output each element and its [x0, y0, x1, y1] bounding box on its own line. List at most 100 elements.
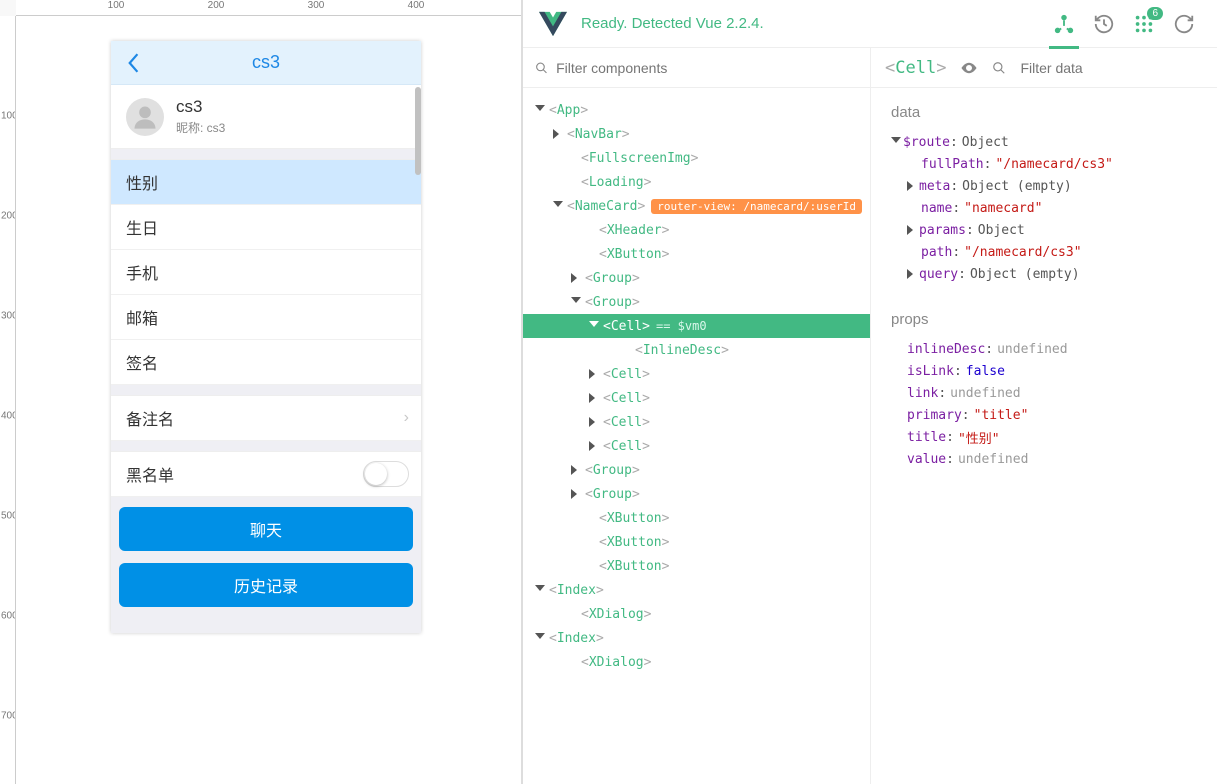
tree-node-selected[interactable]: <Cell>== $vm0: [523, 314, 870, 338]
cell-email[interactable]: 邮箱: [111, 295, 421, 340]
kv-row[interactable]: fullPath: "/namecard/cs3": [891, 153, 1197, 175]
cell-remark[interactable]: 备注名 ›: [111, 396, 421, 441]
devtools-tabs: 6: [1053, 13, 1201, 35]
kv-row[interactable]: value: undefined: [891, 448, 1197, 470]
ruler-mark: 500: [1, 511, 16, 522]
tree-node[interactable]: <Cell>: [523, 434, 870, 458]
cell-phone[interactable]: 手机: [111, 250, 421, 295]
filter-data-input[interactable]: [1020, 60, 1201, 76]
filter-components[interactable]: [523, 48, 870, 88]
inspector-header: <Cell>: [871, 48, 1217, 88]
inspector-panel: <Cell> data $route: Object fullPath: "/n…: [871, 48, 1217, 784]
action-buttons: 聊天 历史记录: [111, 497, 421, 633]
tab-vuex[interactable]: [1093, 13, 1115, 35]
filter-components-input[interactable]: [556, 60, 858, 76]
ruler-horizontal: 100 200 300 400: [16, 0, 521, 16]
tree-node[interactable]: <XHeader>: [523, 218, 870, 242]
events-badge: 6: [1147, 7, 1163, 20]
ruler-mark: 200: [208, 0, 225, 11]
scrollbar[interactable]: [415, 87, 421, 175]
tree-node[interactable]: <Group>: [523, 482, 870, 506]
search-icon: [535, 61, 548, 75]
cell-signature[interactable]: 签名: [111, 340, 421, 385]
tree-node[interactable]: <FullscreenImg>: [523, 146, 870, 170]
tree-node[interactable]: <Group>: [523, 266, 870, 290]
ruler-mark: 600: [1, 611, 16, 622]
tree-node[interactable]: <XDialog>: [523, 602, 870, 626]
cell-label: 黑名单: [126, 462, 174, 486]
kv-row[interactable]: path: "/namecard/cs3": [891, 241, 1197, 263]
kv-row[interactable]: name: "namecard": [891, 197, 1197, 219]
ruler-vertical: 100 200 300 400 500 600 700: [0, 16, 16, 784]
router-badge: router-view: /namecard/:userId: [651, 199, 862, 214]
component-tree[interactable]: <App> <NavBar> <FullscreenImg> <Loading>…: [523, 88, 870, 684]
search-icon: [992, 61, 1006, 75]
ruler-mark: 400: [408, 0, 425, 11]
tab-refresh[interactable]: [1173, 13, 1195, 35]
section-data: data: [891, 104, 1197, 121]
tree-node[interactable]: <Cell>: [523, 362, 870, 386]
profile-nickname: 昵称: cs3: [176, 119, 225, 136]
devtools-header: Ready. Detected Vue 2.2.4. 6: [523, 0, 1217, 48]
page-title: cs3: [111, 52, 421, 73]
tree-node[interactable]: <NavBar>: [523, 122, 870, 146]
kv-row[interactable]: $route: Object: [891, 131, 1197, 153]
mobile-header: cs3: [111, 41, 421, 85]
inspector-body[interactable]: data $route: Object fullPath: "/namecard…: [871, 88, 1217, 486]
cell-blacklist[interactable]: 黑名单: [111, 452, 421, 497]
chevron-right-icon: ›: [404, 409, 409, 427]
kv-row[interactable]: title: "性别": [891, 426, 1197, 448]
history-button[interactable]: 历史记录: [119, 563, 413, 607]
tree-node[interactable]: <Group>: [523, 458, 870, 482]
tree-node[interactable]: <Cell>: [523, 386, 870, 410]
kv-row[interactable]: inlineDesc: undefined: [891, 338, 1197, 360]
tree-node[interactable]: <App>: [523, 98, 870, 122]
tree-node[interactable]: <Loading>: [523, 170, 870, 194]
tree-node[interactable]: <Index>: [523, 626, 870, 650]
tree-node[interactable]: <XDialog>: [523, 650, 870, 674]
kv-row[interactable]: params: Object: [891, 219, 1197, 241]
tree-node[interactable]: <Index>: [523, 578, 870, 602]
tree-node[interactable]: <Cell>: [523, 410, 870, 434]
tree-node[interactable]: <Group>: [523, 290, 870, 314]
ruler-mark: 100: [108, 0, 125, 11]
kv-row[interactable]: query: Object (empty): [891, 263, 1197, 285]
tree-node[interactable]: <XButton>: [523, 530, 870, 554]
chat-button[interactable]: 聊天: [119, 507, 413, 551]
remark-group: 备注名 ›: [111, 395, 421, 441]
cell-label: 邮箱: [126, 305, 158, 329]
kv-row[interactable]: primary: "title": [891, 404, 1197, 426]
components-icon: [1053, 13, 1075, 35]
kv-row[interactable]: meta: Object (empty): [891, 175, 1197, 197]
tree-node[interactable]: <XButton>: [523, 242, 870, 266]
cell-label: 备注名: [126, 406, 174, 430]
tab-events[interactable]: 6: [1133, 13, 1155, 35]
refresh-icon: [1173, 13, 1195, 35]
devtools-status: Ready. Detected Vue 2.2.4.: [581, 15, 1053, 32]
avatar: [126, 98, 164, 136]
eye-icon[interactable]: [960, 59, 978, 77]
vue-devtools: Ready. Detected Vue 2.2.4. 6 <App>: [522, 0, 1217, 784]
person-icon: [131, 103, 159, 131]
cell-gender[interactable]: 性别: [111, 160, 421, 205]
design-canvas-pane: 100 200 300 400 100 200 300 400 500 600 …: [0, 0, 522, 784]
kv-row[interactable]: isLink: false: [891, 360, 1197, 382]
ruler-mark: 200: [1, 211, 16, 222]
tree-node[interactable]: <NameCard>router-view: /namecard/:userId: [523, 194, 870, 218]
component-tree-panel: <App> <NavBar> <FullscreenImg> <Loading>…: [523, 48, 871, 784]
cell-label: 签名: [126, 350, 158, 374]
cell-birthday[interactable]: 生日: [111, 205, 421, 250]
profile-row[interactable]: cs3 昵称: cs3: [111, 85, 421, 149]
tree-node[interactable]: <XButton>: [523, 554, 870, 578]
kv-row[interactable]: link: undefined: [891, 382, 1197, 404]
blacklist-group: 黑名单: [111, 451, 421, 497]
cell-label: 手机: [126, 260, 158, 284]
profile-name: cs3: [176, 97, 225, 117]
canvas-area[interactable]: cs3 cs3 昵称: cs3 性别 生日 手机 邮箱 签名: [16, 16, 521, 784]
tab-components[interactable]: [1053, 13, 1075, 35]
toggle-switch[interactable]: [363, 461, 409, 487]
ruler-mark: 100: [1, 111, 16, 122]
tree-node[interactable]: <XButton>: [523, 506, 870, 530]
ruler-mark: 300: [308, 0, 325, 11]
tree-node[interactable]: <InlineDesc>: [523, 338, 870, 362]
